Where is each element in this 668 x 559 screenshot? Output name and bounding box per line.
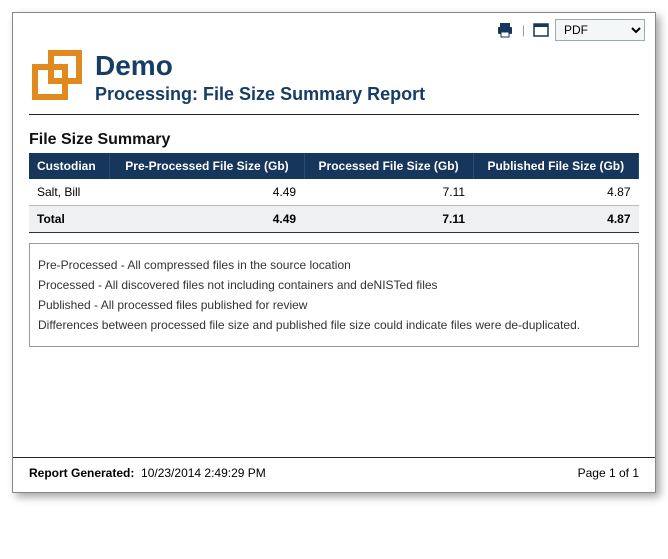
page-number: Page 1 of 1 bbox=[578, 466, 639, 480]
col-preprocessed: Pre-Processed File Size (Gb) bbox=[110, 153, 304, 179]
note-line: Differences between processed file size … bbox=[38, 318, 630, 332]
total-pre: 4.49 bbox=[110, 206, 304, 233]
generated-label: Report Generated: bbox=[29, 466, 134, 480]
col-published: Published File Size (Gb) bbox=[473, 153, 638, 179]
generated-value: 10/23/2014 2:49:29 PM bbox=[141, 466, 266, 480]
report-subtitle: Processing: File Size Summary Report bbox=[95, 84, 425, 105]
notes-box: Pre-Processed - All compressed files in … bbox=[29, 243, 639, 347]
total-label: Total bbox=[29, 206, 110, 233]
cell-pre: 4.49 bbox=[110, 179, 304, 206]
table-header-row: Custodian Pre-Processed File Size (Gb) P… bbox=[29, 153, 639, 179]
note-line: Processed - All discovered files not inc… bbox=[38, 278, 630, 292]
note-line: Pre-Processed - All compressed files in … bbox=[38, 258, 630, 272]
logo-icon bbox=[29, 49, 85, 106]
total-proc: 7.11 bbox=[304, 206, 473, 233]
table-row: Salt, Bill 4.49 7.11 4.87 bbox=[29, 179, 639, 206]
toolbar: | PDF bbox=[13, 13, 655, 45]
note-line: Published - All processed files publishe… bbox=[38, 298, 630, 312]
file-size-table: Custodian Pre-Processed File Size (Gb) P… bbox=[29, 153, 639, 233]
print-icon[interactable] bbox=[496, 22, 514, 38]
report-page: | PDF Demo Processing: File Size Summary… bbox=[12, 12, 656, 493]
cell-proc: 7.11 bbox=[304, 179, 473, 206]
generated-block: Report Generated: 10/23/2014 2:49:29 PM bbox=[29, 466, 266, 480]
spacer bbox=[13, 347, 655, 457]
app-title: Demo bbox=[95, 50, 425, 82]
total-pub: 4.87 bbox=[473, 206, 638, 233]
toolbar-separator: | bbox=[520, 23, 527, 37]
section-title: File Size Summary bbox=[13, 125, 655, 153]
col-custodian: Custodian bbox=[29, 153, 110, 179]
window-icon[interactable] bbox=[533, 23, 549, 37]
cell-custodian: Salt, Bill bbox=[29, 179, 110, 206]
report-header: Demo Processing: File Size Summary Repor… bbox=[13, 45, 655, 114]
report-footer: Report Generated: 10/23/2014 2:49:29 PM … bbox=[13, 457, 655, 492]
header-divider bbox=[29, 114, 639, 115]
col-processed: Processed File Size (Gb) bbox=[304, 153, 473, 179]
title-block: Demo Processing: File Size Summary Repor… bbox=[95, 50, 425, 105]
table-total-row: Total 4.49 7.11 4.87 bbox=[29, 206, 639, 233]
cell-pub: 4.87 bbox=[473, 179, 638, 206]
export-format-select[interactable]: PDF bbox=[555, 19, 645, 41]
